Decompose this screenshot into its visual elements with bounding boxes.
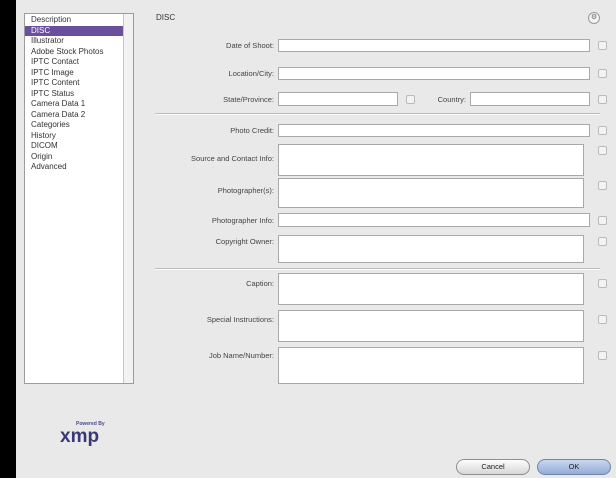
photographer-info-label: Photographer Info: [211, 216, 274, 225]
photo-credit-menu-icon[interactable] [598, 126, 607, 135]
country-menu-icon[interactable] [598, 95, 607, 104]
sidebar-item-adobe-stock-photos[interactable]: Adobe Stock Photos [25, 47, 123, 58]
special-instructions-field[interactable] [278, 310, 584, 342]
copyright-owner-field[interactable] [278, 235, 584, 263]
special-instructions-label: Special Instructions: [206, 315, 274, 324]
sidebar-item-camera-data-2[interactable]: Camera Data 2 [25, 110, 123, 121]
photo-credit-label: Photo Credit: [230, 126, 274, 135]
photographers-menu-icon[interactable] [598, 181, 607, 190]
sidebar-item-dicom[interactable]: DICOM [25, 141, 123, 152]
state-province-label: State/Province: [223, 95, 274, 104]
source-contact-label: Source and Contact Info: [191, 154, 274, 163]
panel-title: DISC [156, 13, 176, 22]
photographers-label: Photographer(s): [217, 186, 274, 195]
sidebar-item-description[interactable]: Description [25, 15, 123, 26]
photographers-field[interactable] [278, 178, 584, 208]
sidebar-item-iptc-status[interactable]: IPTC Status [25, 89, 123, 100]
sidebar-item-disc[interactable]: DISC [25, 25, 123, 36]
copyright-owner-menu-icon[interactable] [598, 237, 607, 246]
caption-label: Caption: [246, 279, 274, 288]
date-of-shoot-menu-icon[interactable] [598, 41, 607, 50]
sidebar-item-advanced[interactable]: Advanced [25, 162, 123, 173]
date-of-shoot-field[interactable] [278, 39, 590, 52]
sidebar-item-categories[interactable]: Categories [25, 120, 123, 131]
country-field[interactable] [470, 92, 590, 106]
photographer-info-menu-icon[interactable] [598, 216, 607, 225]
job-name-label: Job Name/Number: [208, 351, 274, 360]
sidebar-item-iptc-contact[interactable]: IPTC Contact [25, 57, 123, 68]
sidebar-item-history[interactable]: History [25, 131, 123, 142]
special-instructions-menu-icon[interactable] [598, 315, 607, 324]
job-name-field[interactable] [278, 347, 584, 384]
sidebar-item-iptc-image[interactable]: IPTC Image [25, 68, 123, 79]
sidebar-item-iptc-content[interactable]: IPTC Content [25, 78, 123, 89]
job-name-menu-icon[interactable] [598, 351, 607, 360]
photo-credit-field[interactable] [278, 124, 590, 137]
state-province-menu-icon[interactable] [406, 95, 415, 104]
sidebar-scrollbar[interactable] [123, 14, 133, 383]
sidebar-item-illustrator[interactable]: Illustrator [25, 36, 123, 47]
xmp-logo: xmp [60, 426, 100, 447]
sidebar-item-origin[interactable]: Origin [25, 152, 123, 163]
photographer-info-field[interactable] [278, 213, 590, 227]
country-label: Country: [437, 95, 466, 104]
location-city-field[interactable] [278, 67, 590, 80]
caption-menu-icon[interactable] [598, 279, 607, 288]
location-city-menu-icon[interactable] [598, 69, 607, 78]
source-contact-field[interactable] [278, 144, 584, 176]
panel-menu-icon[interactable]: ⚙ [588, 12, 600, 24]
category-list[interactable]: Description DISC Illustrator Adobe Stock Ph… [24, 13, 134, 384]
copyright-owner-label: Copyright Owner: [215, 237, 274, 246]
section-divider-1 [155, 113, 600, 115]
sidebar-item-camera-data-1[interactable]: Camera Data 1 [25, 99, 123, 110]
state-province-field[interactable] [278, 92, 398, 106]
location-city-label: Location/City: [228, 69, 274, 78]
date-of-shoot-label: Date of Shoot: [226, 41, 274, 50]
cancel-button[interactable]: Cancel [456, 459, 530, 475]
caption-field[interactable] [278, 273, 584, 305]
source-contact-menu-icon[interactable] [598, 146, 607, 155]
ok-button[interactable]: OK [537, 459, 611, 475]
section-divider-2 [155, 268, 600, 270]
